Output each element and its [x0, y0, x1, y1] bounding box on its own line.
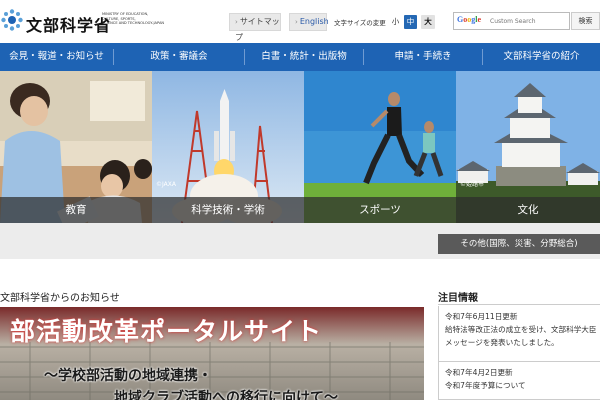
search-button[interactable]: 検索 — [571, 12, 600, 30]
font-size-small-button[interactable]: 小 — [390, 15, 401, 29]
sitemap-label: サイトマップ — [235, 17, 280, 42]
banner-subtitle-2: 地域クラブ活動への移行に向けて〜 — [114, 390, 338, 400]
nav-item-press[interactable]: 会見・報道・お知らせ — [0, 43, 113, 71]
panel-label-education: 教育 — [0, 197, 152, 223]
panel-sports[interactable]: スポーツ — [304, 71, 456, 223]
panel-label-sports: スポーツ — [304, 197, 456, 223]
english-button[interactable]: › English — [289, 13, 329, 31]
notice-divider — [439, 361, 600, 362]
mext-logo-icon — [1, 9, 23, 31]
notice-item[interactable]: 令和7年6月11日更新 給特法等改正法の成立を受け、文部科学大臣メッセージを発表… — [445, 310, 600, 349]
search-box: Google — [453, 12, 570, 30]
nav-item-about[interactable]: 文部科学省の紹介 — [483, 43, 600, 71]
panel-education[interactable]: 教育 — [0, 71, 152, 223]
banner-subtitle-1: 〜学校部活動の地域連携・ — [44, 368, 212, 384]
panel-label-culture: 文化 — [456, 197, 600, 223]
chevron-right-icon: › — [235, 18, 238, 26]
club-reform-banner[interactable]: 部活動改革ポータルサイト 〜学校部活動の地域連携・ 地域クラブ活動への移行に向け… — [0, 307, 424, 400]
notice-text[interactable]: 給特法等改正法の成立を受け、文部科学大臣メッセージを発表いたしました。 — [445, 325, 597, 347]
banner-title: 部活動改革ポータルサイト — [10, 317, 323, 346]
notices-heading: 注目情報 — [438, 293, 478, 304]
nav-item-applications[interactable]: 申請・手続き — [364, 43, 482, 71]
site-logo[interactable]: 文部科学省 MINISTRY OF EDUCATION, CULTURE, SP… — [0, 6, 180, 38]
google-logo: Google — [457, 15, 482, 24]
nav-item-publications[interactable]: 白書・統計・出版物 — [245, 43, 363, 71]
search-input[interactable] — [490, 13, 569, 29]
notice-date: 令和7年4月2日更新 — [445, 368, 513, 377]
panel-science[interactable]: ©JAXA 科学技術・学術 — [152, 71, 304, 223]
notice-item[interactable]: 令和7年4月2日更新 令和7年度予算について — [445, 366, 600, 392]
news-heading: 文部科学省からのお知らせ — [0, 293, 120, 304]
photo-credit-himeji: ©姫路市 — [460, 181, 485, 188]
chevron-right-icon: › — [295, 18, 298, 26]
global-nav: 会見・報道・お知らせ 政策・審議会 白書・統計・出版物 申請・手続き 文部科学省… — [0, 43, 600, 71]
other-categories-button[interactable]: その他(国際、災害、分野総合) — [438, 234, 600, 254]
font-size-large-button[interactable]: 大 — [421, 15, 435, 29]
photo-credit-jaxa: ©JAXA — [156, 181, 176, 188]
notice-date: 令和7年6月11日更新 — [445, 312, 518, 321]
notices-list: 令和7年6月11日更新 給特法等改正法の成立を受け、文部科学大臣メッセージを発表… — [438, 306, 600, 400]
notices-divider — [438, 304, 600, 305]
site-header: 文部科学省 MINISTRY OF EDUCATION, CULTURE, SP… — [0, 0, 600, 42]
nav-item-policy[interactable]: 政策・審議会 — [114, 43, 244, 71]
logo-text-en: MINISTRY OF EDUCATION, CULTURE, SPORTS, … — [102, 12, 165, 26]
panel-label-science: 科学技術・学術 — [152, 197, 304, 223]
english-label: English — [299, 17, 329, 26]
font-size-medium-button[interactable]: 中 — [404, 15, 417, 29]
panel-culture[interactable]: ©姫路市 文化 — [456, 71, 600, 223]
logo-text-ja: 文部科学省 — [26, 16, 112, 35]
font-size-label: 文字サイズの変更 — [334, 19, 386, 27]
sitemap-button[interactable]: › サイトマップ — [229, 13, 281, 42]
notice-text[interactable]: 令和7年度予算について — [445, 381, 526, 390]
